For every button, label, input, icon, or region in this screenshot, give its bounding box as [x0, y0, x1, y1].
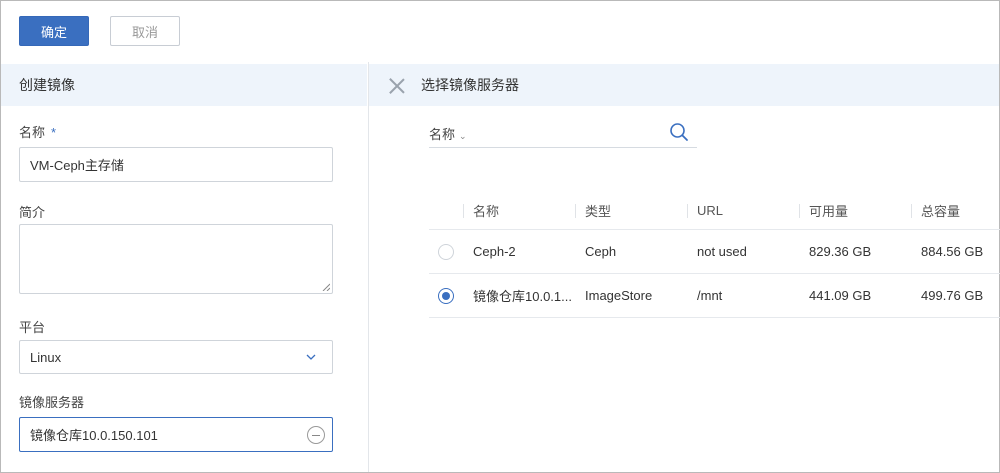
search-filter-label: 名称 — [429, 127, 456, 142]
image-server-table: 名称 类型 URL 可用量 总容量 Ceph-2 Ceph not used 8… — [429, 192, 1000, 318]
cancel-button[interactable]: 取消 — [110, 16, 180, 46]
name-input-value: VM-Ceph主存储 — [30, 158, 124, 173]
search-filter-dropdown[interactable]: 名称 ⌄ — [429, 124, 467, 143]
search-icon[interactable] — [669, 122, 689, 142]
platform-select[interactable]: Linux — [19, 340, 333, 374]
image-server-input[interactable]: 镜像仓库10.0.150.101 — [19, 417, 333, 452]
panel-title: 创建镜像 — [1, 64, 367, 106]
create-image-panel: 创建镜像 名称 * VM-Ceph主存储 简介 平台 Linux 镜像服务器 镜像… — [1, 62, 367, 472]
image-server-label: 镜像服务器 — [19, 395, 85, 410]
cell-name: Ceph-2 — [473, 244, 516, 259]
row-select-cell — [429, 230, 463, 273]
row-select-cell — [429, 274, 463, 317]
row-radio[interactable] — [438, 243, 454, 260]
name-label-text: 名称 — [19, 125, 46, 140]
image-server-value: 镜像仓库10.0.150.101 — [30, 428, 158, 443]
close-icon[interactable] — [389, 78, 405, 94]
header-select-column — [429, 192, 463, 229]
table-row[interactable]: Ceph-2 Ceph not used 829.36 GB 884.56 GB — [429, 230, 1000, 274]
selector-title: 选择镜像服务器 — [421, 77, 519, 93]
cell-type: ImageStore — [585, 288, 653, 303]
cell-name: 镜像仓库10.0.1... — [473, 289, 572, 304]
table-row[interactable]: 镜像仓库10.0.1... ImageStore /mnt 441.09 GB … — [429, 274, 1000, 318]
platform-value: Linux — [30, 349, 62, 365]
cell-type: Ceph — [585, 244, 617, 259]
cell-total: 499.76 GB — [921, 288, 984, 303]
search-bar[interactable]: 名称 ⌄ — [429, 122, 697, 148]
name-input[interactable]: VM-Ceph主存储 — [19, 147, 333, 182]
platform-label: 平台 — [19, 320, 46, 335]
column-header-name: 名称 — [463, 192, 575, 229]
column-header-available: 可用量 — [799, 192, 911, 229]
description-label: 简介 — [19, 205, 46, 220]
cell-available: 829.36 GB — [809, 244, 872, 259]
cell-url: /mnt — [697, 288, 723, 303]
cell-available: 441.09 GB — [809, 288, 872, 303]
selector-header: 选择镜像服务器 — [369, 64, 999, 106]
confirm-button[interactable]: 确定 — [19, 16, 89, 46]
chevron-down-icon — [306, 354, 316, 360]
column-header-url: URL — [687, 192, 799, 229]
chevron-down-icon: ⌄ — [459, 131, 467, 141]
name-label: 名称 * — [19, 122, 56, 141]
required-mark: * — [51, 125, 57, 140]
table-header: 名称 类型 URL 可用量 总容量 — [429, 192, 1000, 230]
cell-total: 884.56 GB — [921, 244, 984, 259]
column-header-type: 类型 — [575, 192, 687, 229]
resize-handle-icon[interactable] — [322, 283, 330, 291]
row-radio-selected[interactable] — [438, 287, 454, 304]
cell-url: not used — [697, 244, 747, 259]
select-image-server-panel: 选择镜像服务器 名称 ⌄ 名称 类型 URL 可用量 总容量 Ceph-2 Cep… — [368, 62, 1000, 472]
description-textarea[interactable] — [19, 224, 333, 294]
remove-icon[interactable] — [307, 425, 325, 444]
column-header-total: 总容量 — [911, 192, 1000, 229]
